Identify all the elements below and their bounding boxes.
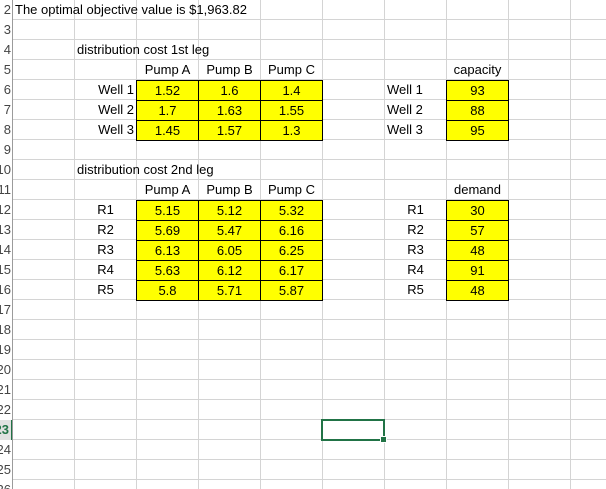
row-label[interactable]: R1 — [384, 200, 447, 220]
active-cell-selection[interactable] — [321, 419, 387, 443]
row-header[interactable]: 22 — [0, 400, 11, 420]
row-header[interactable]: 12 — [0, 200, 11, 220]
capacity-cell[interactable]: 93 — [446, 80, 509, 101]
demand-cell[interactable]: 48 — [446, 240, 509, 261]
row-label[interactable]: Well 3 — [74, 120, 137, 140]
capacity-cell[interactable]: 95 — [446, 120, 509, 141]
column-header[interactable]: Pump A — [136, 60, 199, 80]
row-header[interactable]: 6 — [4, 80, 11, 100]
table-title[interactable]: distribution cost 1st leg — [74, 40, 260, 60]
row-header[interactable]: 21 — [0, 380, 11, 400]
table-title[interactable]: distribution cost 2nd leg — [74, 160, 260, 180]
row-label[interactable]: R4 — [384, 260, 447, 280]
row-header[interactable]: 10 — [0, 160, 11, 180]
row-header[interactable]: 3 — [4, 20, 11, 40]
row-label[interactable]: R1 — [74, 200, 137, 220]
row-header[interactable]: 17 — [0, 300, 11, 320]
column-header[interactable]: Pump A — [136, 180, 199, 200]
column-header[interactable]: Pump B — [198, 180, 261, 200]
row-header[interactable]: 24 — [0, 440, 11, 460]
cost-cell[interactable]: 6.05 — [198, 240, 261, 261]
cost-cell[interactable]: 1.63 — [198, 100, 261, 121]
objective-text[interactable]: The optimal objective value is $1,963.82 — [12, 0, 322, 20]
row-header[interactable]: 14 — [0, 240, 11, 260]
row-header[interactable]: 25 — [0, 460, 11, 480]
row-header[interactable]: 2 — [4, 0, 11, 20]
row-header[interactable]: 7 — [4, 100, 11, 120]
cost-cell[interactable]: 1.4 — [260, 80, 323, 101]
row-header[interactable]: 9 — [4, 140, 11, 160]
cost-cell[interactable]: 5.71 — [198, 280, 261, 301]
row-label[interactable]: R2 — [74, 220, 137, 240]
cost-cell[interactable]: 6.12 — [198, 260, 261, 281]
column-header[interactable]: Pump C — [260, 60, 323, 80]
column-header[interactable]: capacity — [446, 60, 509, 80]
row-header[interactable]: 19 — [0, 340, 11, 360]
demand-cell[interactable]: 57 — [446, 220, 509, 241]
cost-cell[interactable]: 5.32 — [260, 200, 323, 221]
row-headers[interactable]: 2345678910111213141516171819202122232425… — [0, 0, 13, 489]
row-label[interactable]: Well 2 — [384, 100, 447, 120]
row-header[interactable]: 18 — [0, 320, 11, 340]
row-header[interactable]: 4 — [4, 40, 11, 60]
row-header[interactable]: 13 — [0, 220, 11, 240]
row-label[interactable]: Well 1 — [74, 80, 137, 100]
row-header[interactable]: 11 — [0, 180, 11, 200]
row-label[interactable]: R5 — [384, 280, 447, 300]
cost-cell[interactable]: 5.69 — [136, 220, 199, 241]
row-header[interactable]: 26 — [0, 480, 11, 489]
row-label[interactable]: R4 — [74, 260, 137, 280]
row-header[interactable]: 5 — [4, 60, 11, 80]
cost-cell[interactable]: 5.8 — [136, 280, 199, 301]
cost-cell[interactable]: 5.12 — [198, 200, 261, 221]
row-label[interactable]: Well 3 — [384, 120, 447, 140]
column-header[interactable]: Pump B — [198, 60, 261, 80]
cost-cell[interactable]: 6.16 — [260, 220, 323, 241]
demand-cell[interactable]: 30 — [446, 200, 509, 221]
cost-cell[interactable]: 1.3 — [260, 120, 323, 141]
row-label[interactable]: R3 — [384, 240, 447, 260]
column-header[interactable]: demand — [446, 180, 509, 200]
row-label[interactable]: R3 — [74, 240, 137, 260]
cost-cell[interactable]: 5.15 — [136, 200, 199, 221]
row-label[interactable]: Well 1 — [384, 80, 447, 100]
row-label[interactable]: R2 — [384, 220, 447, 240]
cost-cell[interactable]: 5.63 — [136, 260, 199, 281]
row-header[interactable]: 8 — [4, 120, 11, 140]
cost-cell[interactable]: 1.52 — [136, 80, 199, 101]
capacity-cell[interactable]: 88 — [446, 100, 509, 121]
demand-cell[interactable]: 91 — [446, 260, 509, 281]
row-header[interactable]: 16 — [0, 280, 11, 300]
cost-cell[interactable]: 6.25 — [260, 240, 323, 261]
cost-cell[interactable]: 5.47 — [198, 220, 261, 241]
fill-handle[interactable] — [380, 436, 387, 443]
cost-cell[interactable]: 6.13 — [136, 240, 199, 261]
row-label[interactable]: Well 2 — [74, 100, 137, 120]
row-header[interactable]: 20 — [0, 360, 11, 380]
cost-cell[interactable]: 6.17 — [260, 260, 323, 281]
cost-cell[interactable]: 1.55 — [260, 100, 323, 121]
row-header[interactable]: 15 — [0, 260, 11, 280]
cost-cell[interactable]: 1.7 — [136, 100, 199, 121]
cost-cell[interactable]: 1.57 — [198, 120, 261, 141]
demand-cell[interactable]: 48 — [446, 280, 509, 301]
cost-cell[interactable]: 1.6 — [198, 80, 261, 101]
row-header[interactable]: 23 — [0, 420, 12, 440]
cost-cell[interactable]: 5.87 — [260, 280, 323, 301]
row-label[interactable]: R5 — [74, 280, 137, 300]
cost-cell[interactable]: 1.45 — [136, 120, 199, 141]
column-header[interactable]: Pump C — [260, 180, 323, 200]
